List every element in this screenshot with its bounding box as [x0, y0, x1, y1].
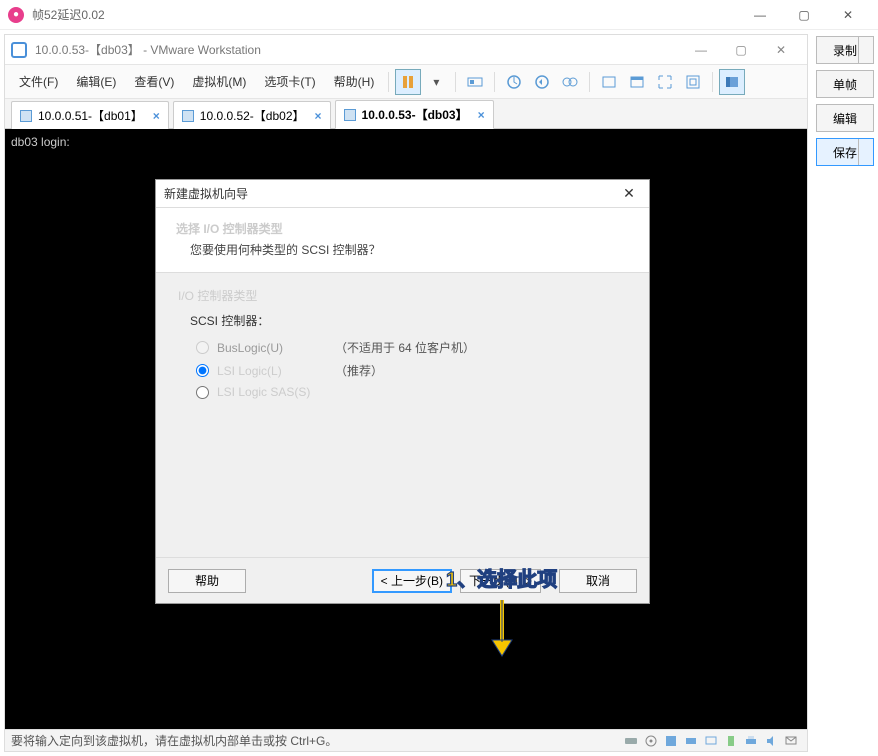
vm-tab-icon: [344, 109, 356, 121]
vm-tab-db02[interactable]: 10.0.0.52-【db02】 ×: [173, 101, 331, 129]
wizard-title: 新建虚拟机向导: [164, 185, 617, 202]
menu-file[interactable]: 文件(F): [11, 69, 66, 94]
wizard-body: I/O 控制器类型 SCSI 控制器： BusLogic(U) （不适用于 64…: [156, 273, 649, 557]
recorder-app-icon: ●: [8, 7, 24, 23]
status-display-icon[interactable]: [703, 733, 719, 749]
single-frame-button[interactable]: 单帧: [816, 70, 874, 98]
vmware-logo-icon: [11, 42, 27, 58]
wizard-close-button[interactable]: ✕: [617, 185, 641, 202]
vmware-close-button[interactable]: ✕: [761, 35, 801, 65]
vmware-menubar: 文件(F) 编辑(E) 查看(V) 虚拟机(M) 选项卡(T) 帮助(H) ▾: [5, 65, 807, 99]
vmware-statusbar: 要将输入定向到该虚拟机，请在虚拟机内部单击或按 Ctrl+G。: [5, 729, 807, 751]
option-lsilogic-label: LSI Logic(L): [217, 364, 327, 378]
power-dropdown-icon[interactable]: ▾: [423, 69, 449, 95]
option-lsisas[interactable]: LSI Logic SAS(S): [196, 385, 627, 399]
wizard-subheading: 您要使用何种类型的 SCSI 控制器？: [176, 241, 629, 258]
tab-close-icon[interactable]: ×: [478, 108, 485, 122]
option-buslogic-note: （不适用于 64 位客户机）: [335, 339, 475, 356]
recorder-side-panel: 录制 单帧 编辑 保存: [812, 30, 878, 756]
toolbar-divider: [455, 72, 456, 92]
wizard-titlebar: 新建虚拟机向导 ✕: [156, 180, 649, 208]
menu-edit[interactable]: 编辑(E): [68, 69, 124, 94]
status-sound-icon[interactable]: [763, 733, 779, 749]
unity-button[interactable]: [680, 69, 706, 95]
arrow-down-icon: [488, 598, 516, 658]
option-lsisas-label: LSI Logic SAS(S): [217, 385, 327, 399]
status-message-icon[interactable]: [783, 733, 799, 749]
vm-tab-icon: [182, 110, 194, 122]
status-nic-icon[interactable]: [683, 733, 699, 749]
menu-view[interactable]: 查看(V): [126, 69, 182, 94]
snapshot-button[interactable]: [501, 69, 527, 95]
recorder-close-button[interactable]: ✕: [826, 0, 870, 30]
vmware-maximize-button[interactable]: ▢: [721, 35, 761, 65]
menu-tabs[interactable]: 选项卡(T): [256, 69, 323, 94]
toolbar-divider: [494, 72, 495, 92]
status-usb-icon[interactable]: [723, 733, 739, 749]
console-text: db03 login:: [11, 135, 801, 149]
console-view-button[interactable]: [624, 69, 650, 95]
vm-tab-db01[interactable]: 10.0.0.51-【db01】 ×: [11, 101, 169, 129]
status-cd-icon[interactable]: [643, 733, 659, 749]
toolbar-divider: [388, 72, 389, 92]
pause-vm-button[interactable]: [395, 69, 421, 95]
vmware-titlebar: 10.0.0.53-【db03】 - VMware Workstation — …: [5, 35, 807, 65]
vm-tab-label: 10.0.0.53-【db03】: [362, 106, 468, 123]
status-printer-icon[interactable]: [743, 733, 759, 749]
radio-lsisas[interactable]: [196, 386, 209, 399]
vmware-window: 10.0.0.53-【db03】 - VMware Workstation — …: [4, 34, 808, 752]
wizard-heading: 选择 I/O 控制器类型: [176, 220, 629, 237]
edit-button[interactable]: 编辑: [816, 104, 874, 132]
recorder-maximize-button[interactable]: ▢: [782, 0, 826, 30]
menu-help[interactable]: 帮助(H): [326, 69, 383, 94]
recorder-minimize-button[interactable]: —: [738, 0, 782, 30]
new-vm-wizard: 新建虚拟机向导 ✕ 选择 I/O 控制器类型 您要使用何种类型的 SCSI 控制…: [155, 179, 650, 604]
record-button[interactable]: 录制: [816, 36, 874, 64]
status-floppy-icon[interactable]: [663, 733, 679, 749]
vm-tab-db03[interactable]: 10.0.0.53-【db03】 ×: [335, 100, 494, 129]
toolbar-divider: [712, 72, 713, 92]
next-button[interactable]: 下一步(N) >: [460, 569, 541, 593]
vm-tab-strip: 10.0.0.51-【db01】 × 10.0.0.52-【db02】 × 10…: [5, 99, 807, 129]
save-button[interactable]: 保存: [816, 138, 874, 166]
wizard-button-bar: 帮助 < 上一步(B) 下一步(N) > 取消: [156, 557, 649, 603]
vm-tab-label: 10.0.0.52-【db02】: [200, 107, 305, 124]
vmware-title: 10.0.0.53-【db03】 - VMware Workstation: [35, 41, 681, 58]
option-lsilogic[interactable]: LSI Logic(L) （推荐）: [196, 362, 627, 379]
fullscreen-button[interactable]: [652, 69, 678, 95]
revert-snapshot-button[interactable]: [529, 69, 555, 95]
recorder-title: 帧52延迟0.02: [32, 6, 738, 23]
tab-close-icon[interactable]: ×: [153, 109, 160, 123]
radio-buslogic: [196, 341, 209, 354]
help-button[interactable]: 帮助: [168, 569, 246, 593]
option-buslogic: BusLogic(U) （不适用于 64 位客户机）: [196, 339, 627, 356]
scsi-controller-label: SCSI 控制器：: [190, 312, 627, 329]
send-cad-button[interactable]: [462, 69, 488, 95]
vm-console[interactable]: db03 login: 新建虚拟机向导 ✕ 选择 I/O 控制器类型 您要使用何…: [5, 129, 807, 729]
vmware-minimize-button[interactable]: —: [681, 35, 721, 65]
recorder-titlebar: ● 帧52延迟0.02 — ▢ ✕: [0, 0, 878, 30]
show-library-button[interactable]: [719, 69, 745, 95]
toolbar-divider: [589, 72, 590, 92]
status-hdd-icon[interactable]: [623, 733, 639, 749]
vm-tab-label: 10.0.0.51-【db01】: [38, 107, 143, 124]
vm-tab-icon: [20, 110, 32, 122]
back-button[interactable]: < 上一步(B): [372, 569, 452, 593]
io-controller-group-label: I/O 控制器类型: [178, 287, 627, 304]
radio-lsilogic[interactable]: [196, 364, 209, 377]
option-buslogic-label: BusLogic(U): [217, 341, 327, 355]
fit-guest-button[interactable]: [596, 69, 622, 95]
cancel-button[interactable]: 取消: [559, 569, 637, 593]
manage-snapshots-button[interactable]: [557, 69, 583, 95]
menu-vm[interactable]: 虚拟机(M): [184, 69, 254, 94]
tab-close-icon[interactable]: ×: [315, 109, 322, 123]
statusbar-text: 要将输入定向到该虚拟机，请在虚拟机内部单击或按 Ctrl+G。: [11, 732, 337, 749]
option-lsilogic-note: （推荐）: [335, 362, 383, 379]
wizard-header: 选择 I/O 控制器类型 您要使用何种类型的 SCSI 控制器？: [156, 208, 649, 273]
